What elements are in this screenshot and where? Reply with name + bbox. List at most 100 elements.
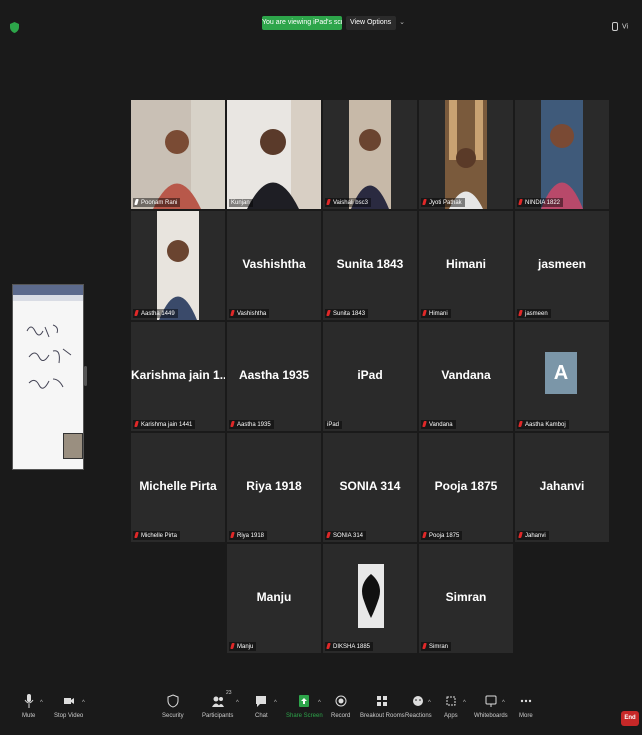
- lock-icon: [612, 22, 618, 31]
- participant-name: Vandana: [441, 368, 491, 382]
- participant-label: Pooja 1875: [421, 531, 463, 540]
- participant-tile[interactable]: Michelle Pirta Michelle Pirta: [131, 433, 225, 542]
- reactions-icon: [413, 696, 424, 706]
- chevron-up-icon[interactable]: ^: [463, 700, 466, 706]
- participant-tile[interactable]: Himani Himani: [419, 211, 513, 320]
- participants-count: 23: [226, 690, 232, 696]
- participant-name: Vashishtha: [242, 257, 306, 271]
- share-screen-icon: [299, 695, 310, 707]
- participant-tile[interactable]: jasmeen jasmeen: [515, 211, 609, 320]
- participant-name: Karishma jain 1...: [131, 368, 225, 382]
- participant-name: Jahanvi: [539, 479, 585, 493]
- shield-icon[interactable]: [10, 22, 19, 33]
- participant-label: Jahanvi: [517, 531, 549, 540]
- profile-picture: [323, 544, 417, 653]
- security-button[interactable]: Security: [162, 694, 184, 719]
- muted-microphone-icon: [230, 532, 235, 538]
- record-button[interactable]: Record: [331, 694, 350, 719]
- participant-name: SONIA 314: [339, 479, 401, 493]
- participant-tile[interactable]: DIKSHA 1885: [323, 544, 417, 653]
- participant-label: jasmeen: [517, 309, 551, 318]
- participant-name: Simran: [445, 590, 487, 604]
- shared-screen-thumbnail[interactable]: [12, 284, 84, 470]
- participant-label: Kunjan: [229, 199, 253, 207]
- muted-microphone-icon: [326, 643, 331, 649]
- meeting-toolbar: Mute ^ Stop Video ^ Security Participant…: [0, 690, 642, 735]
- stop-video-button[interactable]: Stop Video: [54, 694, 83, 719]
- video-camera-icon: [63, 698, 74, 704]
- participant-label: Vandana: [421, 420, 456, 429]
- view-options-button[interactable]: View Options ⌄: [346, 16, 405, 30]
- participant-tile[interactable]: Jahanvi Jahanvi: [515, 433, 609, 542]
- top-right-label: Vi: [622, 23, 629, 31]
- apps-button[interactable]: Apps: [444, 694, 458, 719]
- muted-microphone-icon: [326, 532, 331, 538]
- mute-button[interactable]: Mute: [22, 694, 35, 719]
- participant-name: jasmeen: [537, 257, 587, 271]
- chevron-up-icon[interactable]: ^: [274, 700, 277, 706]
- reactions-button[interactable]: Reactions: [405, 694, 432, 719]
- chevron-up-icon[interactable]: ^: [40, 700, 43, 706]
- chevron-up-icon[interactable]: ^: [82, 700, 85, 706]
- participant-video: [419, 100, 513, 209]
- end-meeting-button[interactable]: End: [621, 711, 639, 726]
- apps-icon: [446, 696, 456, 706]
- breakout-rooms-icon: [377, 696, 388, 706]
- participant-tile[interactable]: Vaishali bsc3: [323, 100, 417, 209]
- participant-tile[interactable]: A Aastha Kamboj: [515, 322, 609, 431]
- participant-tile[interactable]: Vashishtha Vashishtha: [227, 211, 321, 320]
- participant-video: [227, 100, 321, 209]
- muted-microphone-icon: [326, 199, 331, 205]
- participant-tile[interactable]: Riya 1918 Riya 1918: [227, 433, 321, 542]
- chevron-up-icon[interactable]: ^: [502, 700, 505, 706]
- microphone-icon: [134, 199, 139, 205]
- breakout-rooms-button[interactable]: Breakout Rooms: [360, 694, 405, 719]
- participant-label: Simran: [421, 642, 452, 651]
- muted-microphone-icon: [422, 199, 427, 205]
- panel-drag-handle[interactable]: [84, 366, 87, 386]
- muted-microphone-icon: [518, 532, 523, 538]
- muted-microphone-icon: [518, 199, 523, 205]
- chat-button[interactable]: Chat: [255, 694, 268, 719]
- whiteboards-button[interactable]: Whiteboards: [474, 694, 508, 719]
- participants-button[interactable]: Participants: [202, 694, 233, 719]
- participant-tile[interactable]: Karishma jain 1... Karishma jain 1441: [131, 322, 225, 431]
- participant-name: Michelle Pirta: [139, 479, 217, 493]
- shared-screen-toolbar: [13, 285, 83, 295]
- participant-tile[interactable]: Sunita 1843 Sunita 1843: [323, 211, 417, 320]
- participant-video: [131, 211, 225, 320]
- participant-label: Poonam Rani: [133, 198, 181, 207]
- participant-label: Karishma jain 1441: [133, 420, 196, 429]
- participant-tile[interactable]: NINDIA 1822: [515, 100, 609, 209]
- muted-microphone-icon: [422, 310, 427, 316]
- chevron-down-icon: ⌄: [399, 19, 405, 26]
- participant-tile[interactable]: Aastha 1449: [131, 211, 225, 320]
- chevron-up-icon[interactable]: ^: [236, 700, 239, 706]
- chevron-up-icon[interactable]: ^: [318, 700, 321, 706]
- share-screen-button[interactable]: Share Screen: [286, 694, 323, 719]
- participant-video: [131, 100, 225, 209]
- participant-name: Aastha 1935: [238, 368, 310, 382]
- participant-tile[interactable]: Aastha 1935 Aastha 1935: [227, 322, 321, 431]
- chevron-up-icon[interactable]: ^: [428, 700, 431, 706]
- muted-microphone-icon: [134, 421, 139, 427]
- participant-tile-active-speaker[interactable]: Kunjan: [227, 100, 321, 209]
- participant-tile[interactable]: Jyoti Pathak: [419, 100, 513, 209]
- muted-microphone-icon: [422, 643, 427, 649]
- participant-name: Pooja 1875: [434, 479, 498, 493]
- participant-tile[interactable]: Manju Manju: [227, 544, 321, 653]
- participant-tile[interactable]: Vandana Vandana: [419, 322, 513, 431]
- picture-in-picture: [63, 433, 83, 459]
- participant-tile[interactable]: Simran Simran: [419, 544, 513, 653]
- top-right-controls[interactable]: Vi: [612, 22, 642, 36]
- more-icon: [520, 699, 532, 703]
- record-icon: [335, 695, 347, 707]
- participant-tile[interactable]: iPad iPad: [323, 322, 417, 431]
- participant-label: Vashishtha: [229, 309, 270, 318]
- participant-tile[interactable]: Poonam Rani: [131, 100, 225, 209]
- more-button[interactable]: More: [519, 694, 533, 719]
- participant-tile[interactable]: SONIA 314 SONIA 314: [323, 433, 417, 542]
- participant-name: Manju: [256, 590, 292, 604]
- participant-tile[interactable]: Pooja 1875 Pooja 1875: [419, 433, 513, 542]
- participant-label: Aastha 1935: [229, 420, 274, 429]
